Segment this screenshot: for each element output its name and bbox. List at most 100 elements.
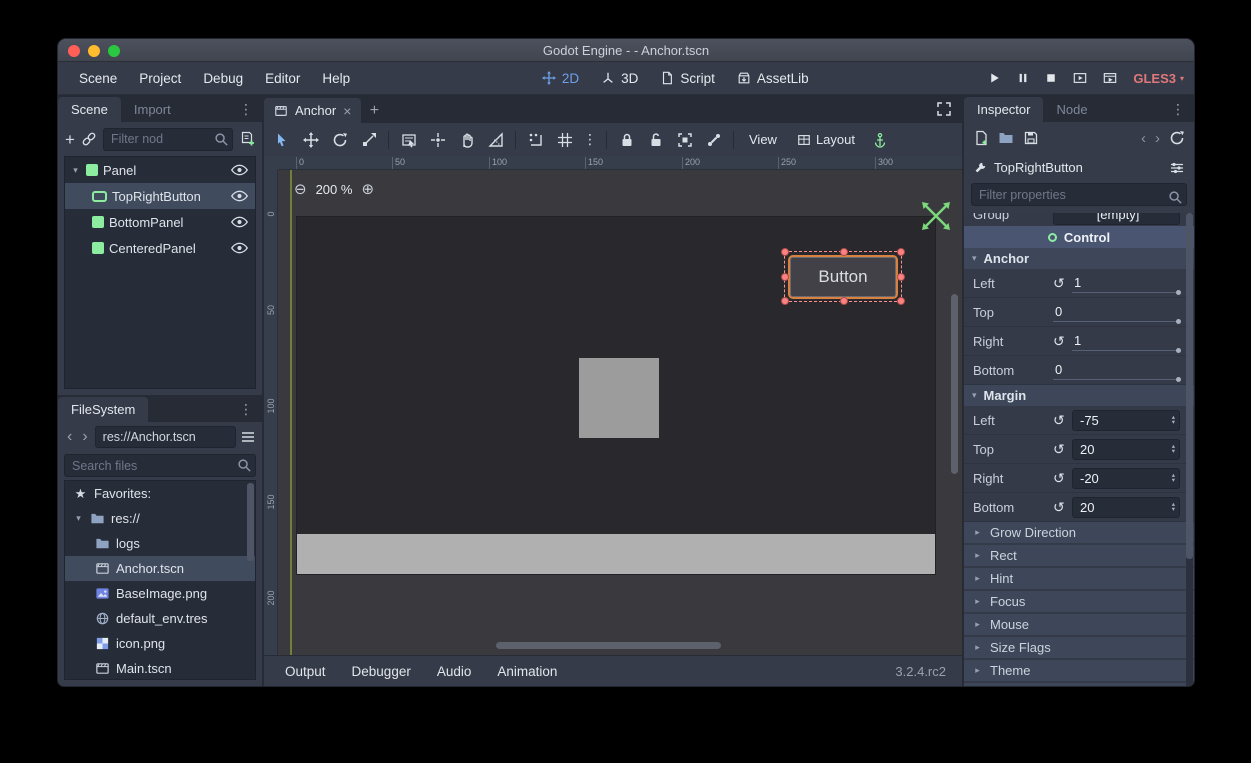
scale-tool-button[interactable] [355, 128, 382, 152]
margin-right-field[interactable]: -20 ▴▾ [1072, 468, 1180, 489]
bottom-panel-node[interactable] [297, 534, 935, 574]
forward-icon[interactable]: › [79, 428, 90, 446]
category-control[interactable]: Control [964, 226, 1194, 248]
file-row-icon-png[interactable]: icon.png [65, 631, 255, 656]
revert-icon[interactable]: ↺ [1053, 470, 1072, 487]
add-node-button[interactable]: + [65, 131, 75, 148]
hamburger-menu-icon[interactable] [240, 429, 256, 445]
stepper-icon[interactable]: ▴▾ [1172, 502, 1175, 513]
tab-filesystem[interactable]: FileSystem [58, 397, 148, 422]
select-tool-button[interactable] [268, 128, 295, 152]
tree-row-centeredpanel[interactable]: CenteredPanel [65, 235, 255, 261]
section-margin[interactable]: ▾ Margin [964, 385, 1194, 406]
file-row-main-tscn[interactable]: Main.tscn [65, 656, 255, 680]
history-back-icon[interactable]: ‹ [1141, 130, 1146, 147]
property-row-group[interactable]: Group [empty] [964, 213, 1194, 226]
revert-icon[interactable]: ↺ [1053, 275, 1072, 292]
tree-row-toprightbutton[interactable]: TopRightButton [65, 183, 255, 209]
visibility-eye-icon[interactable] [231, 190, 248, 202]
snap-options-menu[interactable]: ⋮ [580, 128, 600, 152]
collapse-arrow-icon[interactable]: ▾ [70, 165, 81, 176]
output-panel-button[interactable]: Output [272, 664, 339, 679]
section-mouse[interactable]: ▸Mouse [964, 614, 1194, 635]
section-custom-styles[interactable]: ▸Custom Styles [964, 683, 1194, 686]
section-grow-direction[interactable]: ▸Grow Direction [964, 522, 1194, 543]
visibility-eye-icon[interactable] [231, 164, 248, 176]
zoom-in-button[interactable]: ⊕ [361, 180, 374, 198]
object-history-icon[interactable] [1169, 130, 1185, 146]
folder-row-logs[interactable]: logs [65, 531, 255, 556]
audio-panel-button[interactable]: Audio [424, 664, 485, 679]
stepper-icon[interactable]: ▴▾ [1172, 444, 1175, 455]
revert-icon[interactable]: ↺ [1053, 441, 1072, 458]
tab-inspector[interactable]: Inspector [964, 97, 1043, 122]
history-forward-icon[interactable]: › [1155, 130, 1160, 147]
titlebar[interactable]: Godot Engine - - Anchor.tscn [58, 39, 1194, 62]
visibility-eye-icon[interactable] [231, 216, 248, 228]
filesystem-search-input[interactable] [64, 454, 256, 477]
selection-handle[interactable] [897, 273, 905, 281]
skeleton-options-button[interactable] [700, 128, 727, 152]
mode-2d[interactable]: 2D [542, 71, 579, 86]
scene-tab-anchor[interactable]: Anchor × [264, 98, 361, 123]
layout-menu[interactable]: Layout [788, 128, 864, 152]
inspector-filter-input[interactable] [971, 183, 1187, 206]
tree-row-panel[interactable]: ▾ Panel [65, 157, 255, 183]
stepper-icon[interactable]: ▴▾ [1172, 473, 1175, 484]
dock-menu-icon[interactable]: ⋮ [230, 97, 262, 122]
visibility-eye-icon[interactable] [231, 242, 248, 254]
stepper-icon[interactable]: ▴▾ [1172, 415, 1175, 426]
anchor-preset-button[interactable] [866, 128, 893, 152]
zoom-out-button[interactable]: ⊖ [294, 180, 307, 198]
new-resource-icon[interactable] [973, 130, 989, 146]
menu-debug[interactable]: Debug [192, 62, 254, 95]
revert-icon[interactable]: ↺ [1053, 499, 1072, 516]
selection-handle[interactable] [781, 273, 789, 281]
play-custom-scene-button[interactable] [1103, 71, 1117, 85]
margin-bottom-field[interactable]: 20 ▴▾ [1072, 497, 1180, 518]
stop-button[interactable] [1045, 72, 1057, 84]
section-rect[interactable]: ▸Rect [964, 545, 1194, 566]
tab-scene[interactable]: Scene [58, 97, 121, 122]
save-resource-icon[interactable] [1023, 130, 1039, 146]
selection-handle[interactable] [840, 297, 848, 305]
minimize-window-button[interactable] [88, 45, 100, 57]
menu-scene[interactable]: Scene [68, 62, 128, 95]
pause-button[interactable] [1017, 72, 1029, 84]
back-icon[interactable]: ‹ [64, 428, 75, 446]
section-hint[interactable]: ▸Hint [964, 568, 1194, 589]
group-empty-button[interactable]: [empty] [1053, 213, 1180, 225]
mode-3d[interactable]: 3D [601, 71, 638, 86]
anchor-gizmo-icon[interactable] [919, 199, 953, 233]
anchor-top-value[interactable]: 0 [1053, 303, 1180, 322]
menu-project[interactable]: Project [128, 62, 192, 95]
margin-top-field[interactable]: 20 ▴▾ [1072, 439, 1180, 460]
new-scene-tab-button[interactable]: + [361, 98, 387, 123]
inspector-scrollbar-thumb[interactable] [1186, 213, 1193, 559]
file-row-default-env-tres[interactable]: default_env.tres [65, 606, 255, 631]
anchor-bottom-value[interactable]: 0 [1053, 361, 1180, 380]
unlock-object-button[interactable] [642, 128, 669, 152]
maximize-window-button[interactable] [108, 45, 120, 57]
selection-handle[interactable] [781, 248, 789, 256]
selection-handle[interactable] [781, 297, 789, 305]
view-menu[interactable]: View [740, 128, 786, 152]
filesystem-scrollbar[interactable] [247, 483, 254, 561]
section-size-flags[interactable]: ▸Size Flags [964, 637, 1194, 658]
animation-panel-button[interactable]: Animation [484, 664, 570, 679]
file-row-baseimage-png[interactable]: BaseImage.png [65, 581, 255, 606]
anchor-right-value[interactable]: 1 [1072, 332, 1180, 351]
mode-assetlib[interactable]: AssetLib [737, 71, 809, 86]
vertical-scrollbar[interactable] [951, 294, 958, 474]
tab-import[interactable]: Import [121, 97, 184, 122]
selection-handle[interactable] [897, 248, 905, 256]
pan-tool-button[interactable] [453, 128, 480, 152]
canvas[interactable]: Button [278, 170, 962, 655]
extra-tools-icon[interactable] [1169, 160, 1185, 176]
dock-menu-icon[interactable]: ⋮ [1162, 97, 1194, 122]
horizontal-scrollbar[interactable] [496, 642, 721, 649]
rotate-tool-button[interactable] [326, 128, 353, 152]
list-select-button[interactable] [395, 128, 422, 152]
favorites-row[interactable]: ★ Favorites: [65, 481, 255, 506]
close-window-button[interactable] [68, 45, 80, 57]
